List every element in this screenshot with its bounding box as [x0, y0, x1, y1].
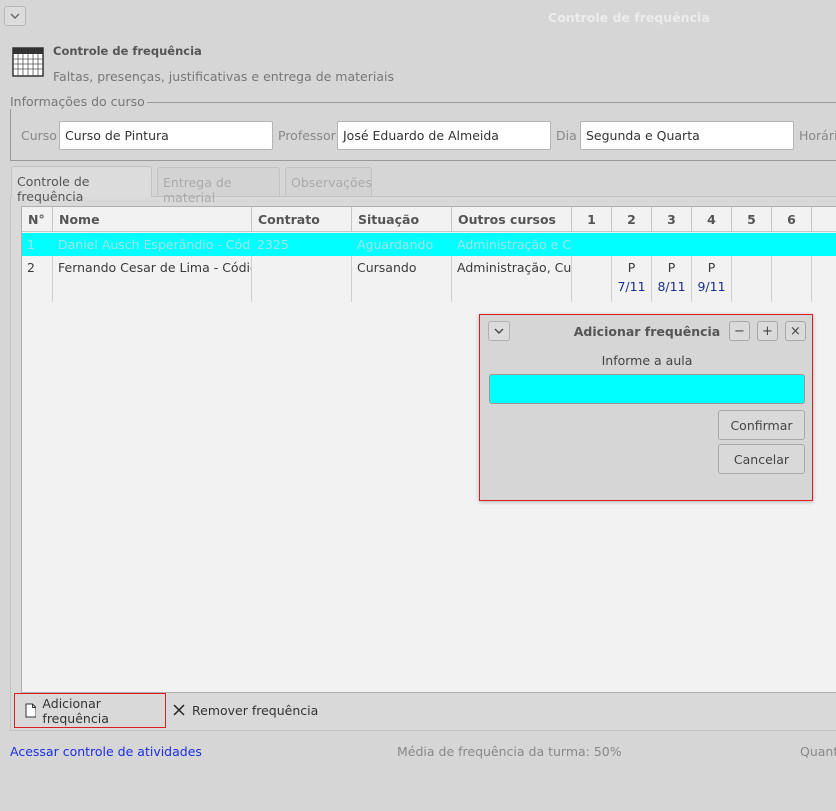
close-icon	[173, 704, 185, 716]
time-label: Horári	[799, 128, 836, 143]
column-header-class-2[interactable]: 2	[612, 207, 652, 232]
cell-contract: 2325	[252, 233, 352, 256]
cell-other-courses: Administração e Cur	[452, 233, 572, 256]
remove-attendance-button[interactable]: Remover frequência	[172, 699, 318, 721]
table-row[interactable]: 1 Daniel Ausch Esperândio - Código: 2325…	[22, 233, 836, 256]
activities-link[interactable]: Acessar controle de atividades	[10, 744, 202, 759]
calendar-icon	[12, 46, 44, 78]
attendance-mark: P	[707, 260, 716, 275]
table-row[interactable]: 2 Fernando Cesar de Lima - Código: ' Cur…	[22, 256, 836, 302]
dialog-prompt: Informe a aula	[601, 353, 693, 368]
day-field[interactable]: Segunda e Quarta	[580, 121, 794, 150]
class-number-input[interactable]	[489, 374, 805, 404]
attendance-date: 9/11	[697, 279, 726, 294]
window-titlebar: Controle de frequência	[0, 0, 836, 34]
quantity-label: Quant	[800, 744, 836, 759]
add-attendance-label: Adicionar frequência	[42, 695, 109, 726]
new-document-icon	[25, 703, 37, 718]
minimize-button[interactable]: −	[729, 321, 750, 341]
cell-other-courses: Administração, Curs	[452, 256, 572, 302]
column-header-class-4[interactable]: 4	[692, 207, 732, 232]
minimize-icon: −	[734, 323, 745, 339]
course-field[interactable]: Curso de Pintura	[59, 121, 273, 150]
cell-class-2[interactable]: P 7/11	[612, 256, 652, 302]
column-header-class-3[interactable]: 3	[652, 207, 692, 232]
add-attendance-dialog: Adicionar frequência − + × Informe a aul…	[479, 314, 813, 501]
remove-attendance-label: Remover frequência	[192, 702, 319, 718]
column-header-n[interactable]: N°	[22, 207, 53, 232]
cell-extra	[812, 256, 836, 302]
cell-n: 2	[22, 256, 53, 302]
cell-contract	[252, 256, 352, 302]
column-header-status[interactable]: Situação	[352, 207, 452, 232]
close-icon: ×	[790, 323, 801, 339]
cell-class-1[interactable]	[572, 256, 612, 302]
confirm-button[interactable]: Confirmar	[718, 410, 805, 440]
column-header-contract[interactable]: Contrato	[252, 207, 352, 232]
cell-name: Fernando Cesar de Lima - Código: '	[53, 256, 252, 302]
tab-observations[interactable]: Observações	[285, 167, 372, 196]
column-header-class-5[interactable]: 5	[732, 207, 772, 232]
cell-class-5[interactable]	[732, 256, 772, 302]
cell-n: 1	[22, 233, 53, 256]
teacher-label: Professor	[278, 128, 336, 143]
attendance-date: 8/11	[657, 279, 686, 294]
window-title: Controle de frequência	[548, 10, 710, 25]
course-info-legend: Informações do curso	[10, 94, 147, 109]
column-header-extra	[812, 207, 836, 232]
cell-status: Aguardando	[352, 233, 452, 256]
cell-name: Daniel Ausch Esperândio - Código:	[53, 233, 252, 256]
close-button[interactable]: ×	[785, 321, 806, 341]
teacher-field[interactable]: José Eduardo de Almeida	[337, 121, 551, 150]
cell-class-3[interactable]: P 8/11	[652, 256, 692, 302]
class-average-text: Média de frequência da turma: 50%	[397, 744, 622, 759]
page-title: Controle de frequência	[53, 44, 202, 58]
cell-class-4[interactable]: P 9/11	[692, 256, 732, 302]
chevron-down-icon	[10, 13, 20, 19]
column-header-class-6[interactable]: 6	[772, 207, 812, 232]
maximize-icon: +	[762, 323, 773, 339]
column-header-class-1[interactable]: 1	[572, 207, 612, 232]
day-label: Dia	[556, 128, 577, 143]
maximize-button[interactable]: +	[757, 321, 778, 341]
tab-material[interactable]: Entrega de material	[157, 167, 280, 205]
cancel-button[interactable]: Cancelar	[718, 444, 805, 474]
attendance-mark: P	[627, 260, 636, 275]
tab-attendance[interactable]: Controle de frequência	[11, 166, 152, 204]
column-header-other-courses[interactable]: Outros cursos	[452, 207, 572, 232]
add-attendance-button[interactable]: Adicionar frequência	[14, 693, 166, 728]
cell-class-6[interactable]	[772, 256, 812, 302]
cell-status: Cursando	[352, 256, 452, 302]
page-subtitle: Faltas, presenças, justificativas e entr…	[53, 69, 394, 84]
attendance-date: 7/11	[617, 279, 646, 294]
course-label: Curso	[21, 128, 57, 143]
attendance-mark: P	[667, 260, 676, 275]
column-header-name[interactable]: Nome	[53, 207, 252, 232]
window-menu-button[interactable]	[4, 6, 26, 26]
